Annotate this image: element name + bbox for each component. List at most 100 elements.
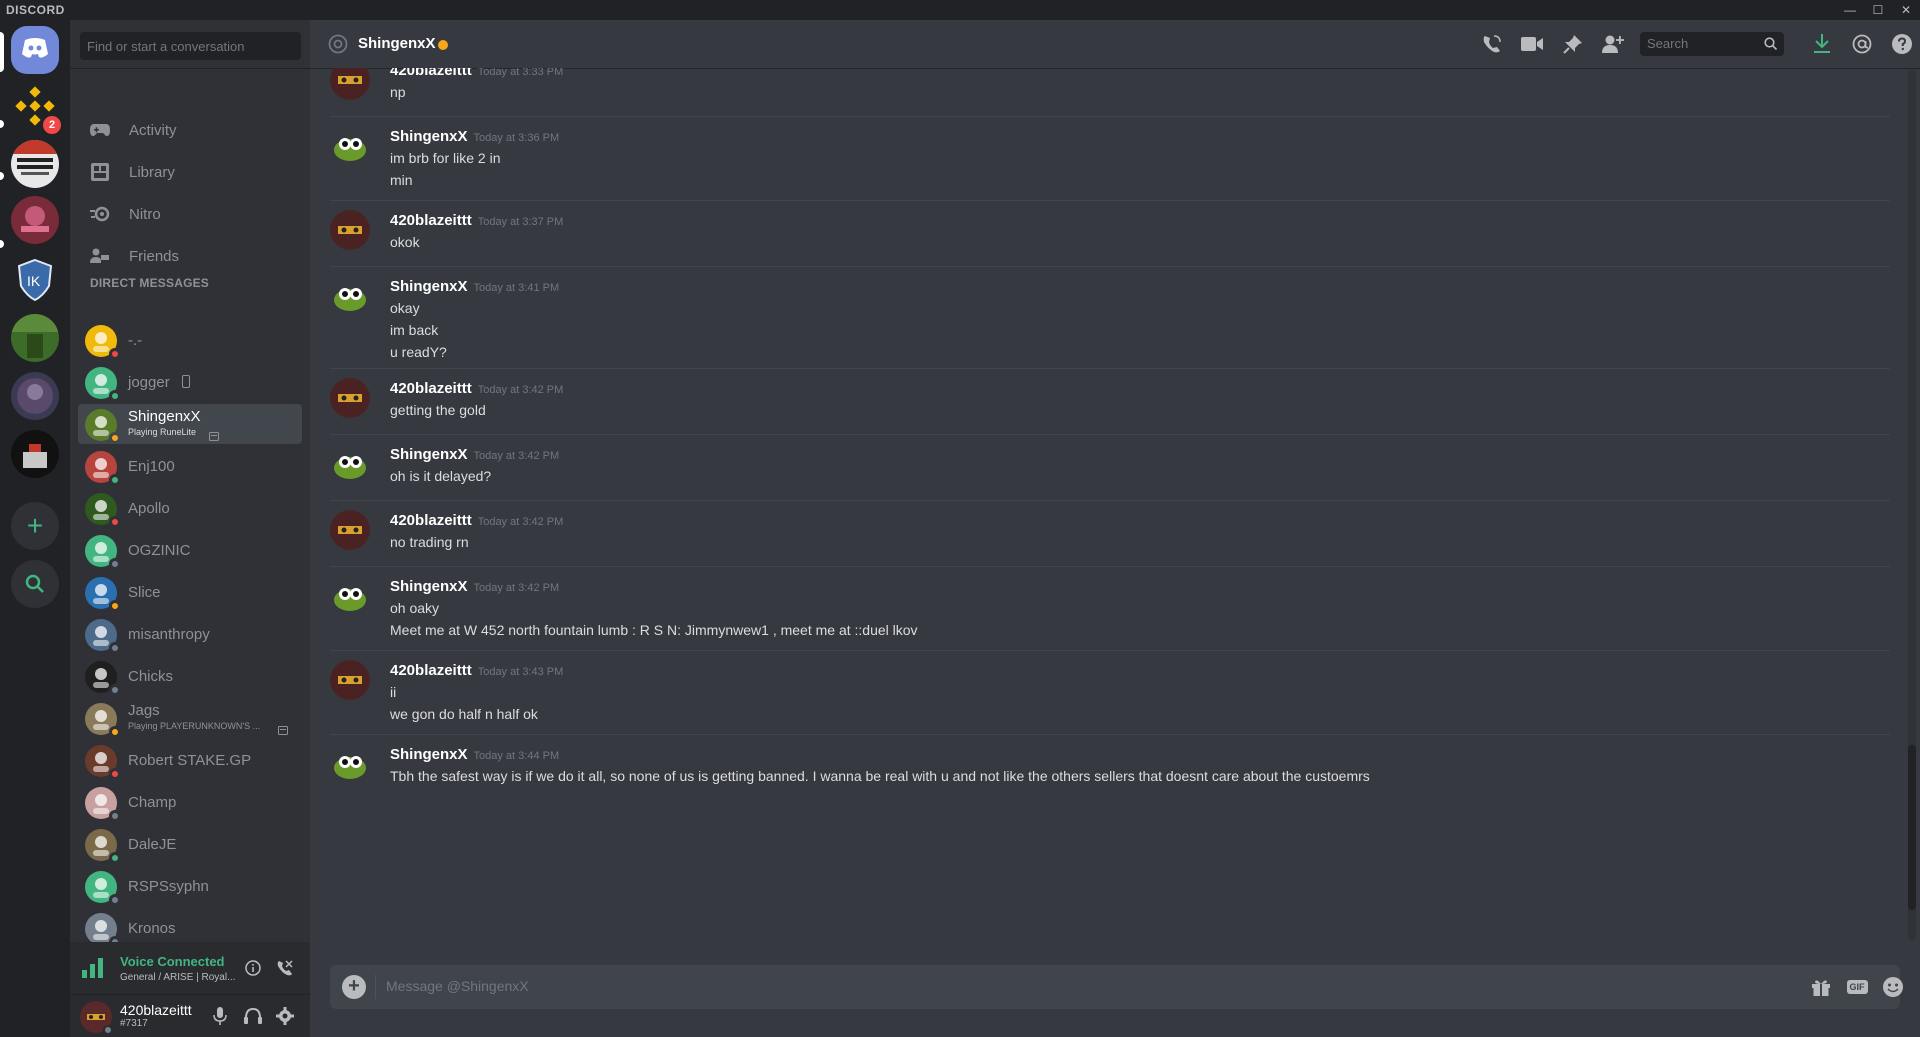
- avatar[interactable]: [330, 444, 370, 484]
- dm-item[interactable]: Enj100: [78, 446, 302, 486]
- message-author[interactable]: 420blazeittt Today at 3:33 PM: [390, 68, 563, 79]
- gif-picker-button[interactable]: GIF: [1844, 975, 1870, 999]
- status-dot: [438, 40, 448, 50]
- download-apps-button[interactable]: [1810, 32, 1834, 56]
- author-name[interactable]: 420blazeittt: [390, 68, 472, 79]
- nav-nitro[interactable]: Nitro: [78, 194, 302, 234]
- author-name[interactable]: 420blazeittt: [390, 380, 472, 397]
- avatar[interactable]: [330, 210, 370, 250]
- message-author[interactable]: 420blazeittt Today at 3:42 PM: [390, 512, 563, 529]
- search-icon: [1764, 37, 1778, 53]
- status-dot: [109, 348, 121, 360]
- server-ik[interactable]: IK: [11, 256, 59, 304]
- message-text: Tbh the safest way is if we do it all, s…: [390, 768, 1370, 784]
- send-gift-button[interactable]: [1808, 975, 1834, 999]
- dm-item[interactable]: DaleJE: [78, 824, 302, 864]
- server-castle[interactable]: [11, 430, 59, 478]
- author-name[interactable]: ShingenxX: [390, 278, 468, 295]
- dm-item[interactable]: jogger: [78, 362, 302, 402]
- maximize-button[interactable]: ☐: [1864, 0, 1892, 20]
- search-input[interactable]: Search: [1640, 32, 1784, 56]
- dm-item[interactable]: Chicks: [78, 656, 302, 696]
- avatar[interactable]: [330, 126, 370, 166]
- start-video-call-button[interactable]: [1520, 32, 1544, 56]
- dm-item[interactable]: -.-: [78, 320, 302, 360]
- author-name[interactable]: 420blazeittt: [390, 212, 472, 229]
- message-composer[interactable]: + Message @ShingenxX GIF: [330, 965, 1903, 1009]
- server-yal[interactable]: [11, 314, 59, 362]
- dm-item[interactable]: Apollo: [78, 488, 302, 528]
- user-settings-button[interactable]: [273, 1004, 297, 1028]
- explore-servers-button[interactable]: [11, 560, 59, 608]
- message-input[interactable]: Message @ShingenxX: [386, 978, 529, 994]
- dm-item[interactable]: Robert STAKE.GP: [78, 740, 302, 780]
- mute-button[interactable]: [208, 1004, 232, 1028]
- dm-item[interactable]: misanthropy: [78, 614, 302, 654]
- author-name[interactable]: ShingenxX: [390, 746, 468, 763]
- message-timestamp: Today at 3:36 PM: [473, 132, 560, 144]
- shield-icon: IK: [17, 258, 53, 302]
- message-author[interactable]: ShingenxX Today at 3:42 PM: [390, 446, 559, 463]
- message-author[interactable]: 420blazeittt Today at 3:43 PM: [390, 662, 563, 679]
- mentions-button[interactable]: [1850, 32, 1874, 56]
- find-conversation-input[interactable]: Find or start a conversation: [80, 32, 301, 60]
- author-name[interactable]: 420blazeittt: [390, 662, 472, 679]
- server-dark[interactable]: [11, 372, 59, 420]
- add-friends-to-dm-button[interactable]: [1601, 32, 1625, 56]
- dm-name: jogger: [128, 374, 170, 391]
- message-author[interactable]: 420blazeittt Today at 3:42 PM: [390, 380, 563, 397]
- server-art-icon: [21, 206, 49, 232]
- author-name[interactable]: ShingenxX: [390, 446, 468, 463]
- minimize-button[interactable]: —: [1836, 0, 1864, 20]
- dm-item[interactable]: Champ: [78, 782, 302, 822]
- author-name[interactable]: 420blazeittt: [390, 512, 472, 529]
- message-author[interactable]: ShingenxX Today at 3:42 PM: [390, 578, 559, 595]
- author-name[interactable]: ShingenxX: [390, 128, 468, 145]
- avatar[interactable]: [330, 744, 370, 784]
- dm-item[interactable]: Jags Playing PLAYERUNKNOWN'S ...: [78, 698, 302, 738]
- deafen-button[interactable]: [241, 1004, 265, 1028]
- emoji-picker-button[interactable]: [1880, 975, 1906, 999]
- nav-friends[interactable]: Friends: [78, 236, 302, 276]
- message-author[interactable]: ShingenxX Today at 3:36 PM: [390, 128, 559, 145]
- nav-activity[interactable]: Activity: [78, 110, 302, 150]
- dm-item[interactable]: Slice: [78, 572, 302, 612]
- message-author[interactable]: ShingenxX Today at 3:41 PM: [390, 278, 559, 295]
- add-server-button[interactable]: +: [11, 502, 59, 550]
- author-name[interactable]: ShingenxX: [390, 578, 468, 595]
- nav-library[interactable]: Library: [78, 152, 302, 192]
- status-dot: [109, 768, 121, 780]
- dm-sidebar: Find or start a conversation Activity Li…: [70, 20, 310, 1037]
- server-pink[interactable]: [11, 196, 59, 244]
- close-button[interactable]: ✕: [1892, 0, 1920, 20]
- home-button[interactable]: [11, 26, 59, 74]
- upload-plus-icon[interactable]: +: [342, 975, 366, 999]
- scrollbar[interactable]: [1908, 70, 1916, 940]
- avatar[interactable]: [330, 660, 370, 700]
- connection-info-button[interactable]: [241, 956, 265, 980]
- message-author[interactable]: 420blazeittt Today at 3:37 PM: [390, 212, 563, 229]
- scrollbar-thumb[interactable]: [1908, 745, 1916, 910]
- avatar[interactable]: [330, 276, 370, 316]
- voice-channel[interactable]: General / ARISE | Royal...: [120, 972, 235, 983]
- avatar[interactable]: [330, 68, 370, 100]
- message-divider: [330, 266, 1890, 267]
- dm-item[interactable]: OGZINIC: [78, 530, 302, 570]
- start-voice-call-button[interactable]: [1480, 32, 1504, 56]
- help-button[interactable]: [1890, 32, 1914, 56]
- avatar[interactable]: [330, 510, 370, 550]
- dm-item[interactable]: RSPSsyphn: [78, 866, 302, 906]
- disconnect-button[interactable]: [273, 956, 297, 980]
- avatar[interactable]: [330, 378, 370, 418]
- server-demolition[interactable]: [11, 140, 59, 188]
- pinned-messages-button[interactable]: [1561, 32, 1585, 56]
- server-art-icon: [23, 444, 47, 468]
- dm-item[interactable]: ShingenxX Playing RuneLite: [78, 404, 302, 444]
- status-dot: [109, 432, 121, 444]
- message-author[interactable]: ShingenxX Today at 3:44 PM: [390, 746, 559, 763]
- signal-icon: [82, 958, 104, 983]
- avatar[interactable]: [330, 576, 370, 616]
- voice-status[interactable]: Voice Connected: [120, 954, 225, 969]
- status-dot: [109, 558, 121, 570]
- username: 420blazeittt: [120, 1002, 192, 1018]
